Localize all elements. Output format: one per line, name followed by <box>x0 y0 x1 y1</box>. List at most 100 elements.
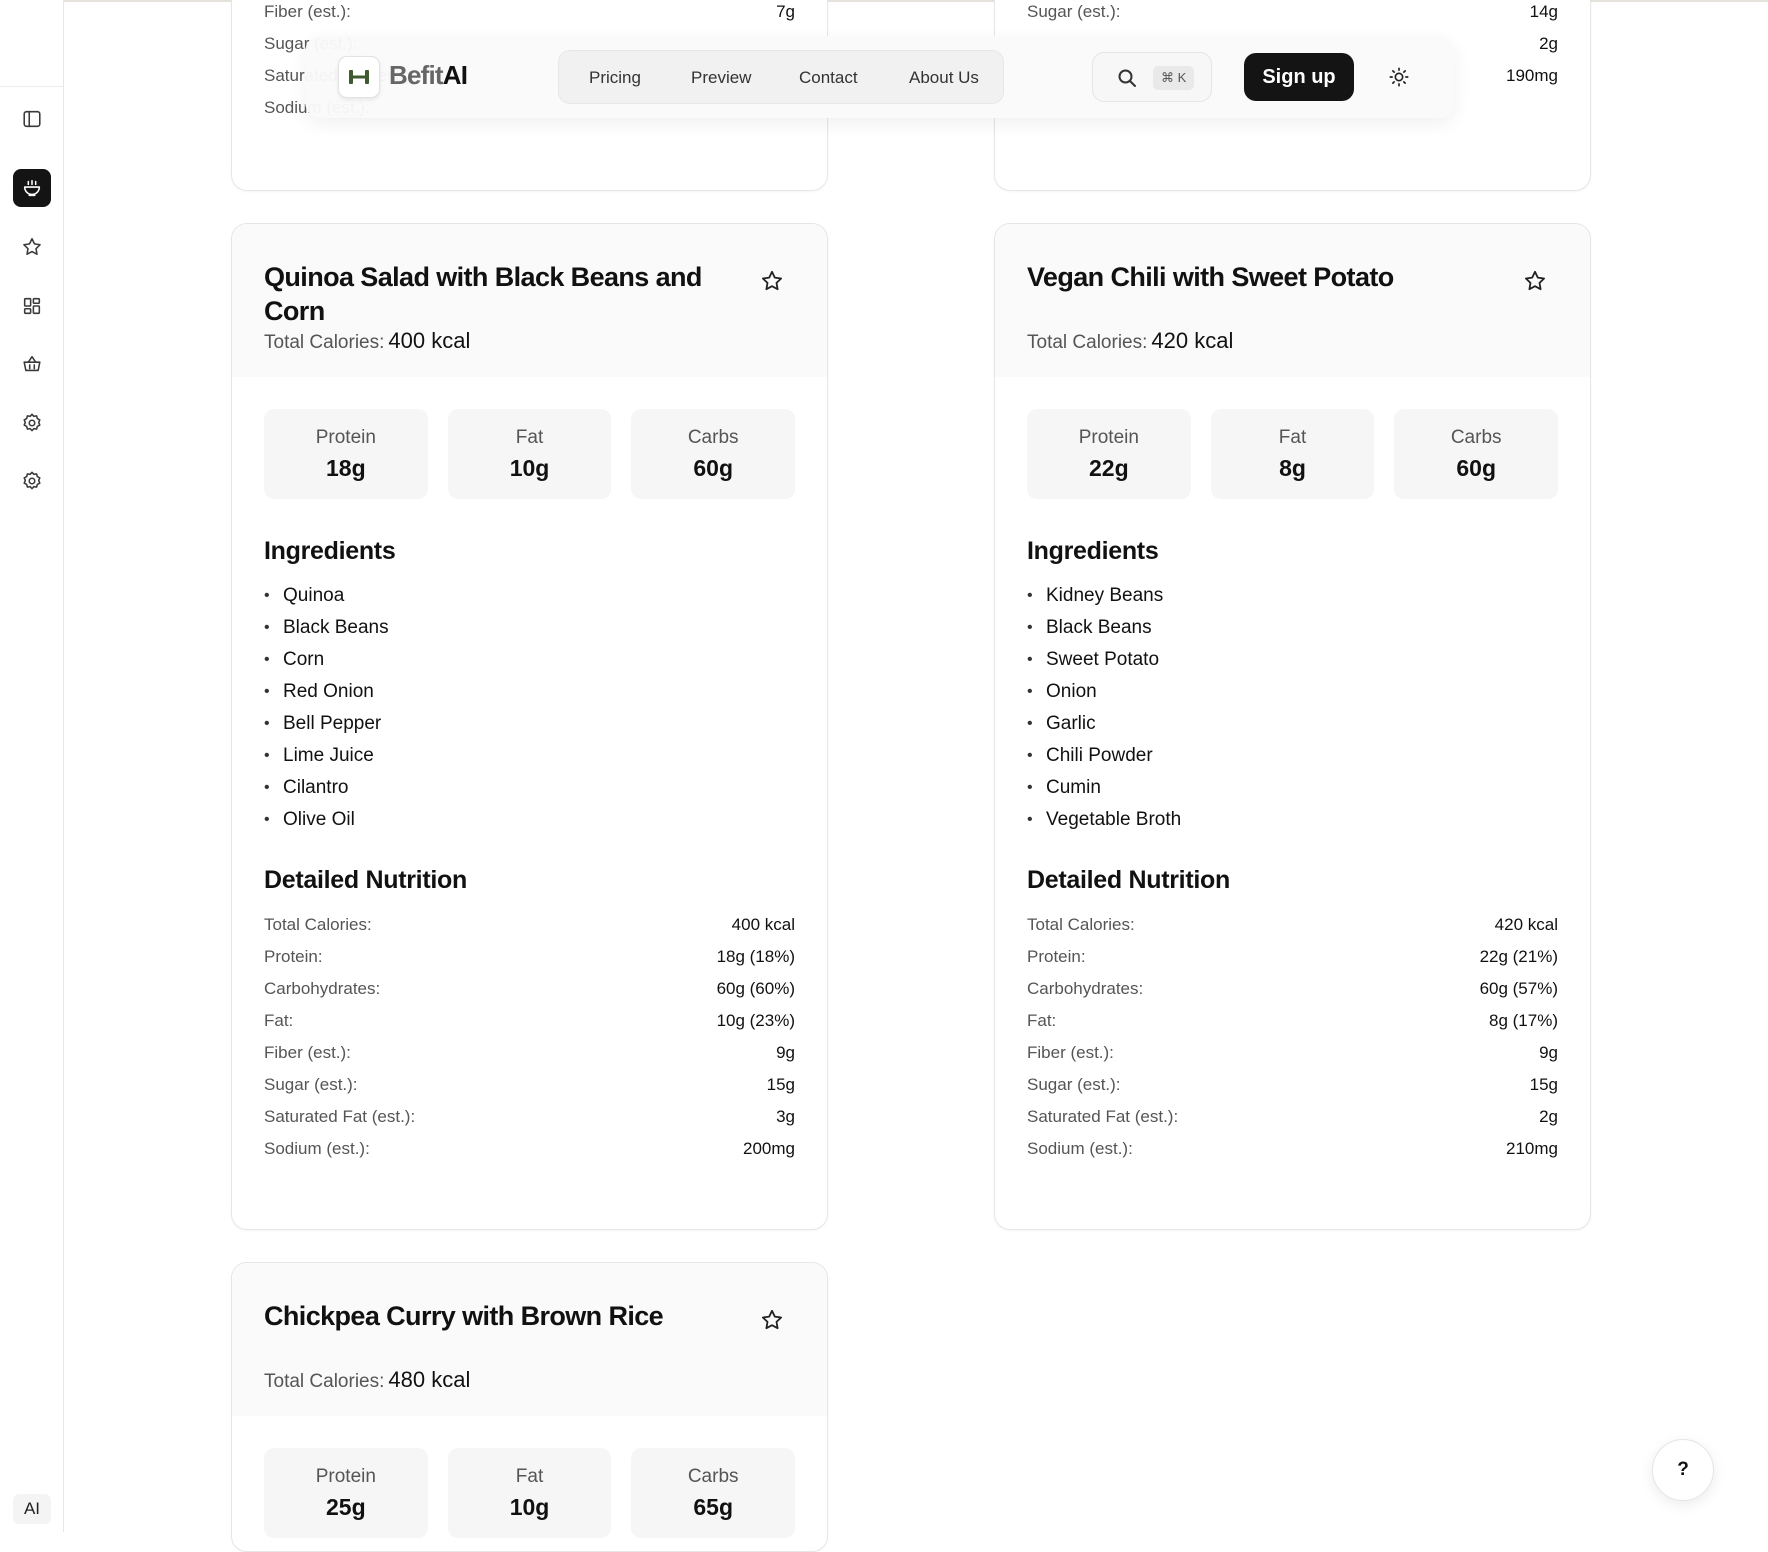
favorite-button[interactable] <box>759 268 785 294</box>
dumbbell-icon <box>349 70 369 84</box>
macro-protein: Protein 22g <box>1027 409 1191 499</box>
logo[interactable] <box>338 56 380 98</box>
calories-value: 480 kcal <box>388 1367 471 1392</box>
nutrition-value: 60g (57%) <box>1479 979 1558 998</box>
nav-pricing[interactable]: Pricing <box>589 68 641 88</box>
nutrition-label: Fiber (est.): <box>264 2 351 21</box>
ingredient-item: Sweet Potato <box>1027 644 1558 676</box>
nutrition-row: Fiber (est.): 9g <box>264 1037 795 1069</box>
grid-icon <box>23 297 41 315</box>
nutrition-value: 400 kcal <box>731 915 795 934</box>
sidebar-toggle-button[interactable] <box>13 100 51 138</box>
recipe-title: Chickpea Curry with Brown Rice <box>264 1301 664 1331</box>
recipe-card-header: Vegan Chili with Sweet Potato Total Calo… <box>995 224 1590 377</box>
ingredient-item: Kidney Beans <box>1027 580 1558 612</box>
sidebar-item-meals[interactable] <box>13 169 51 207</box>
nutrition-heading: Detailed Nutrition <box>264 866 467 894</box>
ingredient-item: Lime Juice <box>264 740 795 772</box>
nutrition-value: 22g (21%) <box>1479 947 1558 966</box>
favorite-button[interactable] <box>759 1307 785 1333</box>
ingredient-item: Chili Powder <box>1027 740 1558 772</box>
nutrition-value: 15g <box>1529 1075 1558 1094</box>
signup-button[interactable]: Sign up <box>1244 53 1354 101</box>
total-calories: Total Calories: 480 kcal <box>264 1367 470 1393</box>
recipe-title: Vegan Chili with Sweet Potato <box>1027 262 1394 292</box>
macro-value: 65g <box>693 1493 733 1520</box>
macro-label: Carbs <box>687 426 739 448</box>
macro-label: Protein <box>1078 426 1139 448</box>
recipe-card: Chickpea Curry with Brown Rice Total Cal… <box>231 1262 828 1552</box>
macro-value: 18g <box>326 454 366 481</box>
nutrition-row: Protein: 18g (18%) <box>264 941 795 973</box>
sidebar-item-favorites[interactable] <box>13 228 51 266</box>
settings-alt-icon <box>23 471 41 490</box>
macro-label: Protein <box>315 1465 376 1487</box>
nutrition-value: 8g (17%) <box>1489 1011 1558 1030</box>
nutrition-label: Fiber (est.): <box>264 1043 351 1062</box>
nutrition-value: 10g (23%) <box>716 1011 795 1030</box>
ingredients-list: Kidney Beans Black Beans Sweet Potato On… <box>1027 580 1558 836</box>
nutrition-label: Saturated Fat (est.): <box>264 1107 416 1126</box>
brand-name[interactable]: BefitAI <box>389 60 468 91</box>
sidebar-item-dashboard[interactable] <box>13 287 51 325</box>
nutrition-value: 14g <box>1529 2 1558 21</box>
nutrition-label: Fat: <box>264 1011 294 1030</box>
nutrition-row: Protein: 22g (21%) <box>1027 941 1558 973</box>
nutrition-label: Protein: <box>264 947 323 966</box>
nutrition-row: Carbohydrates: 60g (57%) <box>1027 973 1558 1005</box>
total-calories: Total Calories: 400 kcal <box>264 328 470 354</box>
macro-label: Fat <box>515 426 544 448</box>
nutrition-row: Sodium (est.): 200mg <box>264 1133 795 1165</box>
macro-value: 10g <box>509 1493 550 1520</box>
macro-fat: Fat 10g <box>447 1448 612 1538</box>
macro-protein: Protein 18g <box>264 409 428 499</box>
nutrition-value: 15g <box>766 1075 795 1094</box>
sidebar-item-shopping[interactable] <box>13 345 51 383</box>
nutrition-row: Saturated Fat (est.): 2g <box>1027 1101 1558 1133</box>
calories-label: Total Calories: <box>1027 332 1148 353</box>
nav-preview[interactable]: Preview <box>691 68 751 88</box>
search-shortcut: ⌘ K <box>1153 66 1195 90</box>
ingredient-item: Cumin <box>1027 772 1558 804</box>
sidebar-item-preferences[interactable] <box>13 462 51 500</box>
nutrition-row: Fat: 10g (23%) <box>264 1005 795 1037</box>
help-button[interactable]: ? <box>1652 1439 1714 1501</box>
ingredient-item: Olive Oil <box>264 804 795 836</box>
nutrition-value: 9g <box>776 1043 795 1062</box>
macro-value: 8g <box>1279 454 1306 481</box>
nutrition-value: 190mg <box>1506 66 1558 85</box>
nutrition-label: Total Calories: <box>1027 915 1135 934</box>
theme-toggle-button[interactable] <box>1386 64 1412 90</box>
macro-value: 60g <box>1456 454 1496 481</box>
macro-value: 25g <box>326 1493 366 1520</box>
nutrition-label: Fiber (est.): <box>1027 1043 1114 1062</box>
nutrition-row: Sodium (est.): 210mg <box>1027 1133 1558 1165</box>
macro-carbs: Carbs 65g <box>631 1448 796 1538</box>
macro-fat: Fat 10g <box>447 409 612 499</box>
search-button[interactable]: ⌘ K <box>1092 52 1212 102</box>
nutrition-label: Saturated Fat (est.): <box>1027 1107 1179 1126</box>
nutrition-value: 3g <box>776 1107 795 1126</box>
recipe-card: Vegan Chili with Sweet Potato Total Calo… <box>994 223 1591 1230</box>
recipe-card: Quinoa Salad with Black Beans and Corn T… <box>231 223 828 1230</box>
ingredient-item: Bell Pepper <box>264 708 795 740</box>
favorite-button[interactable] <box>1522 268 1548 294</box>
sidebar-toggle-icon <box>23 110 41 128</box>
ingredient-item: Corn <box>264 644 795 676</box>
ai-assistant-button[interactable]: AI <box>13 1494 51 1524</box>
ingredient-item: Garlic <box>1027 708 1558 740</box>
macro-summary: Protein 25g Fat 10g Carbs 65g <box>264 1448 796 1538</box>
nav-contact[interactable]: Contact <box>799 68 858 88</box>
nav-about-us[interactable]: About Us <box>909 68 979 88</box>
nutrition-value: 7g <box>776 2 795 21</box>
star-icon <box>762 1309 782 1330</box>
macro-carbs: Carbs 60g <box>631 409 796 499</box>
ingredients-list: Quinoa Black Beans Corn Red Onion Bell P… <box>264 580 795 836</box>
ingredient-item: Vegetable Broth <box>1027 804 1558 836</box>
sidebar-item-settings[interactable] <box>13 404 51 442</box>
nutrition-table: Total Calories: 400 kcal Protein: 18g (18%… <box>264 909 795 1165</box>
nutrition-label: Carbohydrates: <box>1027 979 1144 998</box>
macro-carbs: Carbs 60g <box>1394 409 1559 499</box>
ingredient-item: Quinoa <box>264 580 795 612</box>
nutrition-row: Fiber (est.): 7g <box>264 0 795 28</box>
